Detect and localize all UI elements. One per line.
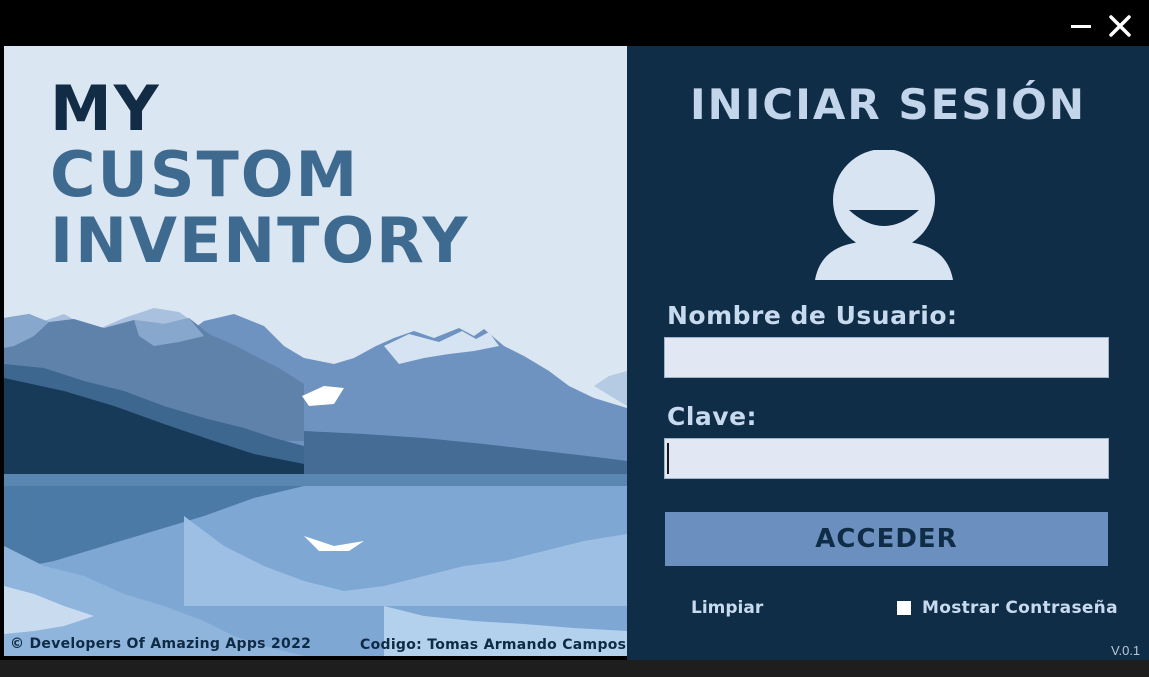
- credit-text: Codigo: Tomas Armando Campos: [360, 637, 627, 653]
- brand-line-3: INVENTORY: [50, 204, 470, 277]
- brand-line-2: CUSTOM: [50, 138, 360, 211]
- show-password-toggle[interactable]: Mostrar Contraseña: [897, 598, 1118, 618]
- clear-link[interactable]: Limpiar: [691, 598, 763, 618]
- brand-panel: MY CUSTOM INVENTORY © Developers Of Amaz…: [4, 46, 627, 656]
- login-panel: INICIAR SESIÓN Nombre de Usuario: Clave:…: [627, 46, 1149, 660]
- brand-line-1: MY: [50, 72, 161, 145]
- copyright-text: © Developers Of Amazing Apps 2022: [10, 636, 312, 652]
- login-title: INICIAR SESIÓN: [690, 80, 1086, 129]
- password-label: Clave:: [667, 402, 758, 431]
- acceder-button[interactable]: ACCEDER: [665, 512, 1108, 566]
- close-icon: [1109, 15, 1131, 37]
- minimize-icon: [1071, 25, 1091, 28]
- password-input[interactable]: [664, 438, 1109, 479]
- close-button[interactable]: [1106, 12, 1134, 40]
- version-label: V.0.1: [1111, 643, 1141, 658]
- show-password-label: Mostrar Contraseña: [922, 598, 1118, 618]
- app-brand-title: MY CUSTOM INVENTORY: [50, 76, 469, 274]
- username-label: Nombre de Usuario:: [667, 301, 958, 330]
- title-bar: [4, 4, 1149, 46]
- text-caret: [667, 443, 669, 474]
- minimize-button[interactable]: [1067, 12, 1095, 40]
- username-input[interactable]: [664, 337, 1109, 378]
- login-window: MY CUSTOM INVENTORY © Developers Of Amaz…: [4, 4, 1149, 660]
- user-avatar-icon: [815, 150, 953, 280]
- taskbar-strip: [0, 660, 1149, 677]
- show-password-checkbox[interactable]: [897, 601, 911, 615]
